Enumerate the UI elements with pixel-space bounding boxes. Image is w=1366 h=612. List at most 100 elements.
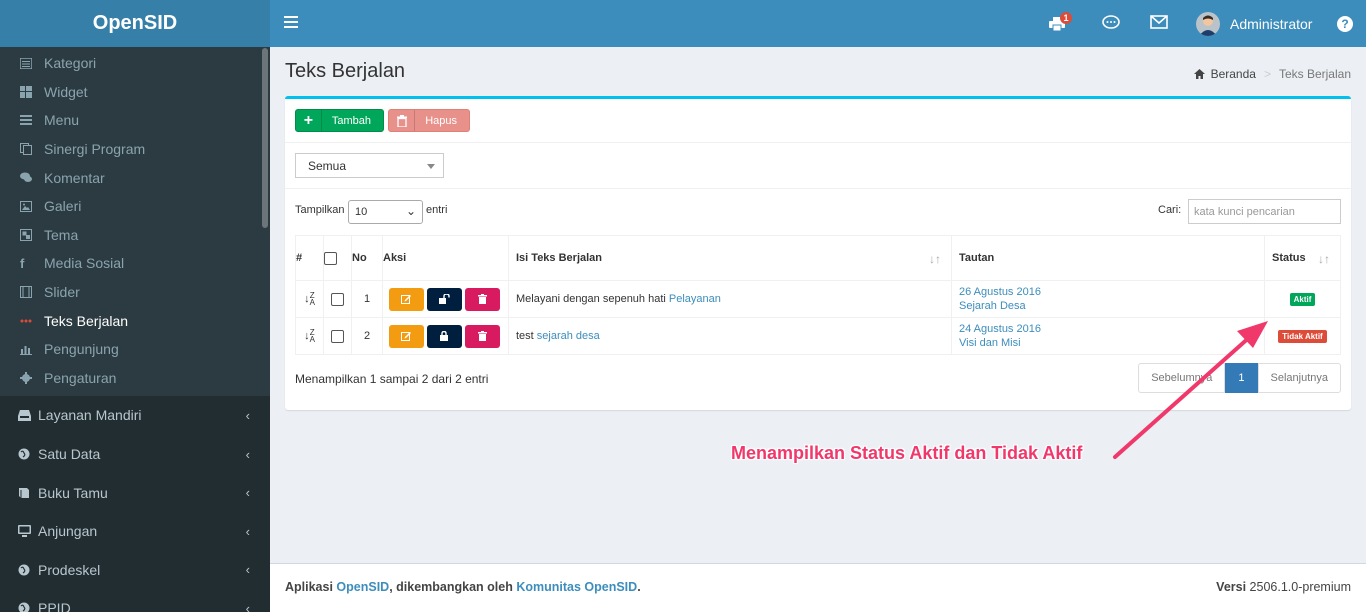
drag-sort-handle[interactable]: ↓ Z A (295, 317, 324, 355)
row-checkbox[interactable] (331, 292, 344, 306)
row-link-date[interactable]: 26 Agustus 2016 (959, 286, 1264, 298)
sidebar-item-label: Media Sosial (44, 255, 125, 272)
drag-sort-handle[interactable]: ↓ Z A (295, 280, 324, 318)
row-status: Tidak Aktif (1264, 317, 1341, 355)
sidebar-item-teks-berjalan[interactable]: Teks Berjalan (0, 306, 270, 335)
add-button[interactable]: + Tambah (295, 109, 384, 132)
sidebar-scrollbar[interactable] (262, 48, 268, 228)
row-link-title[interactable]: Visi dan Misi (959, 337, 1264, 349)
row-select (323, 317, 352, 355)
delete-button-label: Hapus (425, 114, 457, 127)
sidebar-item-anjungan[interactable]: Anjungan ‹ (0, 512, 270, 551)
brand-logo[interactable]: OpenSID (0, 0, 270, 47)
unlock-button[interactable] (426, 287, 462, 311)
edit-button[interactable] (388, 324, 424, 348)
col-text[interactable]: Isi Teks Berjalan ↓↑ (508, 235, 952, 281)
col-status[interactable]: Status ↓↑ (1264, 235, 1341, 281)
row-checkbox[interactable] (331, 329, 344, 343)
help-button[interactable]: ? (1337, 0, 1353, 47)
top-navbar: 1 Administrator ? (270, 0, 1366, 47)
sidebar-item-pengunjung[interactable]: Pengunjung (0, 335, 270, 364)
image-icon (20, 200, 44, 212)
col-text-label: Isi Teks Berjalan (516, 252, 603, 264)
status-badge: Tidak Aktif (1278, 329, 1327, 343)
row-link-date[interactable]: 24 Agustus 2016 (959, 323, 1264, 335)
sidebar-item-buku-tamu[interactable]: Buku Tamu ‹ (0, 473, 270, 512)
col-link[interactable]: Tautan (951, 235, 1265, 281)
sidebar-item-widget[interactable]: Widget (0, 78, 270, 107)
sort-alpha-icon: ↓ Z A (304, 328, 315, 344)
row-actions (382, 280, 509, 318)
search-input[interactable]: kata kunci pencarian (1188, 199, 1341, 224)
trash-icon (477, 331, 487, 341)
annotation-text: Menampilkan Status Aktif dan Tidak Aktif (731, 443, 1083, 463)
sidebar-item-label: Buku Tamu (38, 484, 108, 501)
row-text-link[interactable]: Pelayanan (669, 293, 721, 305)
messages-button[interactable] (1150, 0, 1168, 47)
sidebar-toggle-icon[interactable] (284, 16, 298, 28)
sidebar-item-pengaturan[interactable]: Pengaturan (0, 364, 270, 393)
unlock-icon (438, 294, 450, 304)
envelope-icon (1150, 15, 1168, 32)
sidebar-item-media-sosial[interactable]: f Media Sosial (0, 249, 270, 278)
plus-icon: + (296, 110, 322, 131)
print-notification[interactable]: 1 (1049, 0, 1072, 47)
sidebar-item-label: Widget (44, 83, 88, 100)
sidebar-item-prodeskel[interactable]: Prodeskel ‹ (0, 551, 270, 590)
pagination-prev[interactable]: Sebelumnya (1138, 363, 1226, 393)
comments-icon (20, 172, 44, 183)
edit-button[interactable] (388, 287, 424, 311)
sidebar-item-komentar[interactable]: Komentar (0, 163, 270, 192)
page-length-select[interactable]: 10 ⌄ (348, 200, 423, 224)
breadcrumb-home[interactable]: Beranda (1211, 67, 1256, 81)
sidebar-mainmenu: Layanan Mandiri ‹ Satu Data ‹ Buku Tamu … (0, 396, 270, 612)
row-text-value: Melayani dengan sepenuh hati (516, 293, 666, 305)
divider (285, 188, 1351, 189)
sidebar-item-label: Kategori (44, 55, 97, 72)
delete-row-button[interactable] (464, 324, 500, 348)
sidebar-item-label: Anjungan (38, 523, 98, 540)
sidebar-item-label: Prodeskel (38, 561, 101, 578)
breadcrumb: Beranda > Teks Berjalan (1193, 67, 1351, 81)
footer-org-link[interactable]: Komunitas OpenSID (516, 580, 637, 594)
chevron-left-icon: ‹ (245, 407, 250, 423)
row-link: 26 Agustus 2016 Sejarah Desa (951, 280, 1265, 318)
book-icon (18, 487, 38, 499)
chevron-left-icon: ‹ (245, 600, 250, 612)
sidebar-item-label: Menu (44, 112, 80, 129)
comments-button[interactable] (1102, 0, 1120, 47)
sidebar-item-slider[interactable]: Slider (0, 278, 270, 307)
sidebar-item-label: Pengaturan (44, 369, 117, 386)
col-select-all (323, 235, 352, 281)
chevron-left-icon: ‹ (245, 446, 250, 462)
row-text: test sejarah desa (508, 317, 952, 355)
delete-button[interactable]: Hapus (388, 109, 470, 132)
row-link-title[interactable]: Sejarah Desa (959, 300, 1264, 312)
row-text-link[interactable]: sejarah desa (537, 330, 600, 342)
sidebar-item-label: Slider (44, 284, 80, 301)
status-filter-select[interactable]: Semua (295, 153, 444, 178)
sidebar-item-tema[interactable]: Tema (0, 221, 270, 250)
pagination-page-1[interactable]: 1 (1225, 363, 1258, 393)
footer-prefix: Aplikasi (285, 580, 333, 594)
sidebar-item-galeri[interactable]: Galeri (0, 192, 270, 221)
sidebar-item-label: Galeri (44, 198, 82, 215)
pagination-next[interactable]: Selanjutnya (1257, 363, 1341, 393)
sidebar-submenu: Kategori Widget Menu Sinergi Program Kom… (0, 47, 270, 397)
sidebar-item-ppid[interactable]: PPID ‹ (0, 589, 270, 612)
sidebar-item-sinergi-program[interactable]: Sinergi Program (0, 135, 270, 164)
sort-icon: ↓↑ (1318, 252, 1330, 266)
col-hash: # (295, 235, 324, 281)
footer-app-link[interactable]: OpenSID (336, 580, 389, 594)
trash-icon (477, 294, 487, 304)
sidebar-item-menu[interactable]: Menu (0, 106, 270, 135)
user-menu[interactable]: Administrator (1196, 0, 1312, 47)
select-all-checkbox[interactable] (324, 251, 337, 265)
delete-row-button[interactable] (464, 287, 500, 311)
chevron-left-icon: ‹ (245, 562, 250, 578)
lock-button[interactable] (426, 324, 462, 348)
sidebar-item-kategori[interactable]: Kategori (0, 49, 270, 78)
sidebar-item-satu-data[interactable]: Satu Data ‹ (0, 435, 270, 474)
col-no[interactable]: No (351, 235, 383, 281)
sidebar-item-layanan-mandiri[interactable]: Layanan Mandiri ‹ (0, 396, 270, 435)
